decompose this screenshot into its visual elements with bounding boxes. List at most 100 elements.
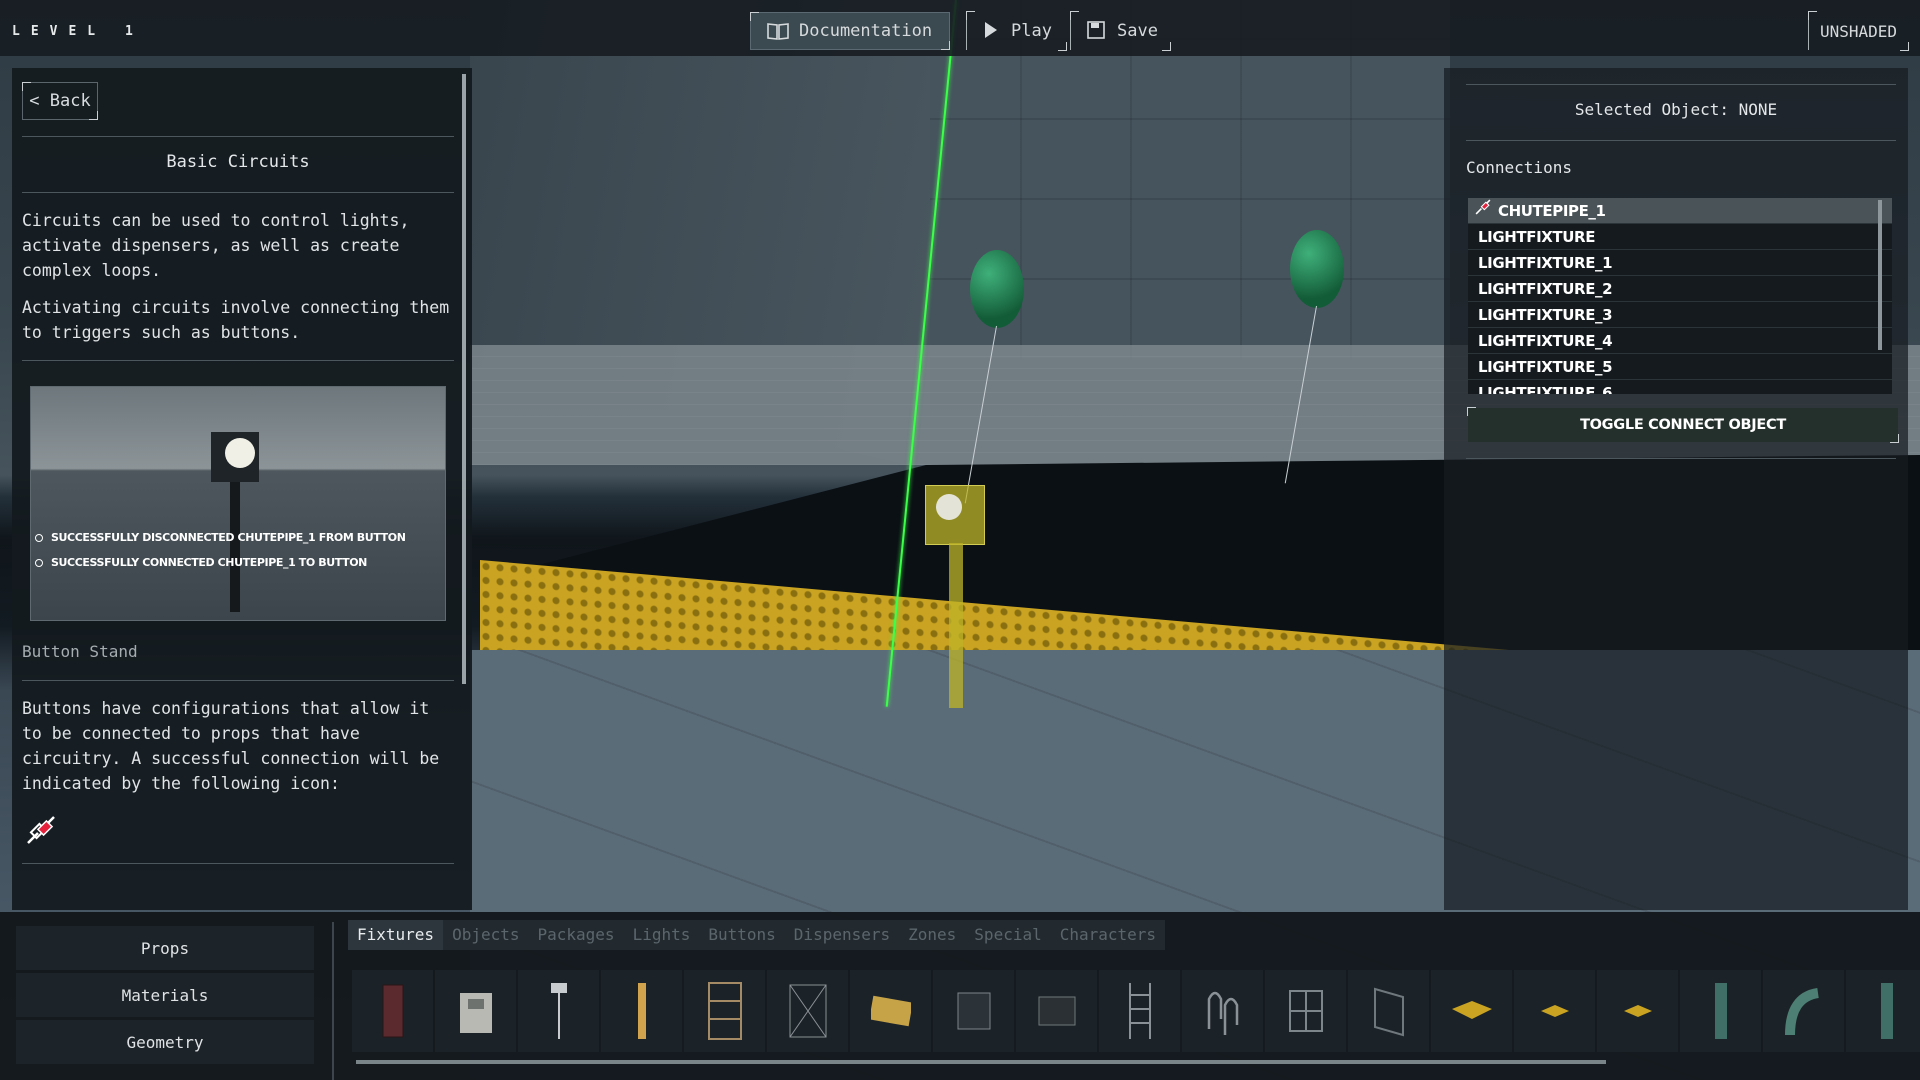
category-geometry[interactable]: Geometry: [16, 1020, 314, 1064]
unshaded-toggle[interactable]: UNSHADED: [1808, 11, 1909, 51]
asset-item[interactable]: [1348, 970, 1429, 1052]
balloon[interactable]: [964, 250, 1024, 504]
pipe-icon: [1880, 983, 1893, 1039]
asset-item[interactable]: [1265, 970, 1346, 1052]
asset-item[interactable]: [1846, 970, 1920, 1052]
connection-item[interactable]: LIGHTFIXTURE_1: [1468, 250, 1892, 276]
tab-dispensers[interactable]: Dispensers: [785, 920, 899, 950]
asset-item[interactable]: [1016, 970, 1097, 1052]
asset-item[interactable]: [352, 970, 433, 1052]
divider: [1466, 458, 1896, 459]
asset-item[interactable]: [518, 970, 599, 1052]
asset-item[interactable]: [850, 970, 931, 1052]
play-label: Play: [1011, 21, 1052, 41]
asset-item[interactable]: [1099, 970, 1180, 1052]
connection-item[interactable]: LIGHTFIXTURE_3: [1468, 302, 1892, 328]
save-button[interactable]: Save: [1070, 11, 1171, 51]
toggle-connect-object-button[interactable]: TOGGLE CONNECT OBJECT: [1467, 407, 1899, 443]
doc-paragraph: Circuits can be used to control lights, …: [22, 211, 410, 280]
asset-item[interactable]: [1514, 970, 1595, 1052]
asset-panel: Props Materials Geometry Fixtures Object…: [0, 912, 1920, 1080]
floor-tile-icon: [1451, 1001, 1492, 1019]
preview-notification: SUCCESSFULLY DISCONNECTED CHUTEPIPE_1 FR…: [35, 531, 406, 544]
preview-image: SUCCESSFULLY DISCONNECTED CHUTEPIPE_1 FR…: [30, 386, 446, 621]
category-materials[interactable]: Materials: [16, 973, 314, 1017]
divider: [22, 192, 454, 193]
doc-paragraph: Activating circuits involve connecting t…: [22, 298, 450, 342]
doc-title: Basic Circuits: [166, 152, 310, 172]
shelf-icon: [707, 982, 742, 1040]
divider: [332, 922, 334, 1080]
asset-scrollbar[interactable]: [356, 1060, 1606, 1064]
category-props[interactable]: Props: [16, 926, 314, 970]
pipe-arch-icon: [1207, 991, 1238, 1035]
sign-icon: [870, 995, 911, 1027]
asset-item[interactable]: [933, 970, 1014, 1052]
preview-notification: SUCCESSFULLY CONNECTED CHUTEPIPE_1 TO BU…: [35, 556, 367, 569]
asset-item[interactable]: [1763, 970, 1844, 1052]
tab-objects[interactable]: Objects: [443, 920, 528, 950]
elbow-pipe-icon: [1784, 988, 1819, 1036]
ladder-icon: [1128, 983, 1151, 1039]
asset-item[interactable]: [1431, 970, 1512, 1052]
connection-item[interactable]: LIGHTFIXTURE: [1468, 224, 1892, 250]
divider: [22, 863, 454, 864]
tab-special[interactable]: Special: [965, 920, 1050, 950]
lamp-post-icon: [550, 983, 567, 1039]
connection-item[interactable]: LIGHTFIXTURE_4: [1468, 328, 1892, 354]
documentation-label: Documentation: [799, 21, 933, 41]
asset-tabs: Fixtures Objects Packages Lights Buttons…: [348, 920, 1166, 950]
tab-fixtures[interactable]: Fixtures: [348, 920, 444, 950]
preview-caption: Button Stand: [22, 642, 138, 661]
frame-icon: [1373, 987, 1404, 1037]
top-bar: LEVEL 1 Documentation Play Save UNSHADED: [0, 0, 1920, 56]
divider: [1466, 84, 1896, 85]
divider: [22, 680, 454, 681]
column-icon: [1714, 983, 1727, 1039]
asset-item[interactable]: [1182, 970, 1263, 1052]
connection-item[interactable]: LIGHTFIXTURE_2: [1468, 276, 1892, 302]
save-label: Save: [1117, 21, 1158, 41]
asset-item[interactable]: [601, 970, 682, 1052]
connection-item[interactable]: CHUTEPIPE_1: [1468, 198, 1892, 224]
small-tile-2-icon: [1623, 1005, 1652, 1017]
connection-item[interactable]: LIGHTFIXTURE_5: [1468, 354, 1892, 380]
asset-item[interactable]: [435, 970, 516, 1052]
door-icon: [382, 984, 403, 1038]
connection-label: CHUTEPIPE_1: [1498, 201, 1606, 220]
doc-paragraph: Buttons have configurations that allow i…: [22, 699, 440, 793]
asset-item[interactable]: [1597, 970, 1678, 1052]
circuit-connection-icon: [1474, 198, 1492, 224]
asset-item[interactable]: [684, 970, 765, 1052]
asset-item[interactable]: [767, 970, 848, 1052]
glass-panel-icon: [957, 992, 990, 1030]
tab-packages[interactable]: Packages: [529, 920, 624, 950]
dark-panel-icon: [1038, 996, 1075, 1026]
play-button[interactable]: Play: [966, 11, 1067, 51]
documentation-button[interactable]: Documentation: [750, 12, 950, 50]
divider: [1466, 140, 1896, 141]
tab-buttons[interactable]: Buttons: [699, 920, 784, 950]
connections-list[interactable]: CHUTEPIPE_1 LIGHTFIXTURE LIGHTFIXTURE_1 …: [1468, 198, 1892, 394]
level-label: LEVEL 1: [12, 24, 144, 39]
asset-items: [352, 970, 1920, 1052]
preview-pole: [230, 482, 240, 612]
asset-item[interactable]: [1680, 970, 1761, 1052]
book-icon: [767, 21, 789, 41]
tab-zones[interactable]: Zones: [899, 920, 965, 950]
preview-button-stand: [211, 432, 259, 482]
connections-scrollbar[interactable]: [1878, 200, 1882, 350]
connections-title: Connections: [1466, 158, 1572, 177]
tab-characters[interactable]: Characters: [1051, 920, 1165, 950]
tab-lights[interactable]: Lights: [624, 920, 700, 950]
back-button[interactable]: < Back: [22, 82, 98, 120]
documentation-scrollbar[interactable]: [462, 74, 466, 684]
circuit-connection-icon: [24, 813, 58, 847]
balloon[interactable]: [1284, 230, 1344, 484]
connection-item[interactable]: LIGHTFIXTURE_6: [1468, 380, 1892, 394]
divider: [22, 360, 454, 361]
pillar-icon: [637, 983, 646, 1039]
button-stand-object[interactable]: [925, 485, 985, 715]
machine-icon: [459, 993, 492, 1033]
fence-icon: [789, 984, 826, 1038]
